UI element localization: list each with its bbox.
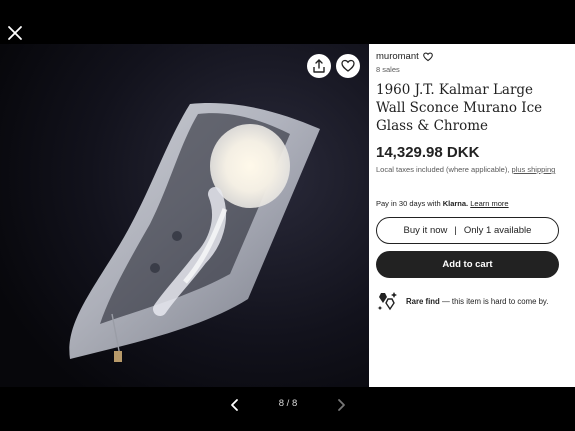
shop-name-link[interactable]: muromant xyxy=(376,51,419,62)
viewer-top-bar xyxy=(0,0,575,44)
share-button[interactable] xyxy=(307,54,331,78)
share-icon xyxy=(313,59,325,73)
listing-price: 14,329.98 DKK xyxy=(376,144,480,161)
klarna-learn-more-link[interactable]: Learn more xyxy=(470,199,508,208)
image-counter: 8 / 8 xyxy=(278,398,298,409)
tax-note: Local taxes included (where applicable),… xyxy=(376,165,572,175)
next-image-button[interactable] xyxy=(334,398,348,412)
buy-it-now-button[interactable]: Buy it now | Only 1 available xyxy=(376,217,559,244)
add-to-cart-button[interactable]: Add to cart xyxy=(376,251,559,278)
diamond-sparkle-icon xyxy=(377,292,397,311)
rare-find-desc: — this item is hard to come by. xyxy=(439,296,549,306)
klarna-prefix: Pay in 30 days with xyxy=(376,199,441,208)
listing-title: 1960 J.T. Kalmar Large Wall Sconce Muran… xyxy=(376,82,543,134)
chevron-right-icon xyxy=(338,399,345,411)
rare-find-label: Rare find xyxy=(406,296,440,306)
rare-find-text: Rare find — this item is hard to come by… xyxy=(406,297,548,306)
klarna-note: Pay in 30 days with Klarna. Learn more xyxy=(376,199,509,208)
buy-now-label: Buy it now xyxy=(403,225,448,236)
previous-image-button[interactable] xyxy=(228,398,242,412)
klarna-logo: Klarna. xyxy=(442,199,469,208)
shop-row: muromant xyxy=(376,51,433,62)
sconce-photo-image xyxy=(0,44,369,387)
heart-icon[interactable] xyxy=(422,52,433,62)
shop-sales-count: 8 sales xyxy=(376,65,400,74)
favorite-button[interactable] xyxy=(336,54,360,78)
close-button[interactable] xyxy=(6,24,24,42)
buy-separator: | xyxy=(454,225,457,236)
rare-find-badge: Rare find — this item is hard to come by… xyxy=(376,289,548,313)
heart-icon xyxy=(341,59,355,72)
viewer-bottom-bar: 8 / 8 xyxy=(0,387,575,431)
product-photo xyxy=(0,44,369,387)
tax-note-text: Local taxes included (where applicable), xyxy=(376,165,510,174)
chevron-left-icon xyxy=(231,399,238,411)
shipping-link[interactable]: plus shipping xyxy=(512,165,556,174)
close-icon xyxy=(8,26,22,40)
availability-label: Only 1 available xyxy=(463,225,532,236)
listing-info-panel: muromant 8 sales 1960 J.T. Kalmar Large … xyxy=(369,44,575,387)
